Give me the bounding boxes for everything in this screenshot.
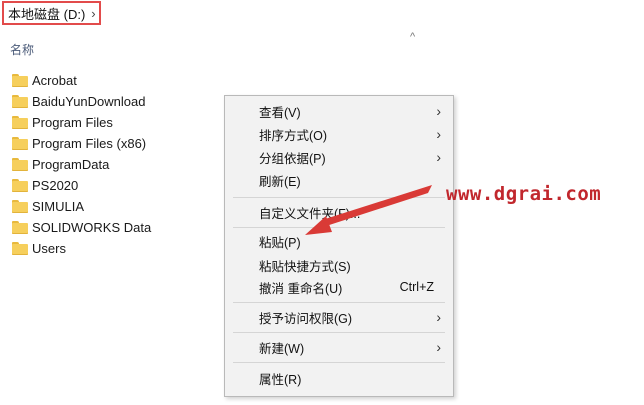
watermark-text: www.dgrai.com (446, 183, 602, 205)
